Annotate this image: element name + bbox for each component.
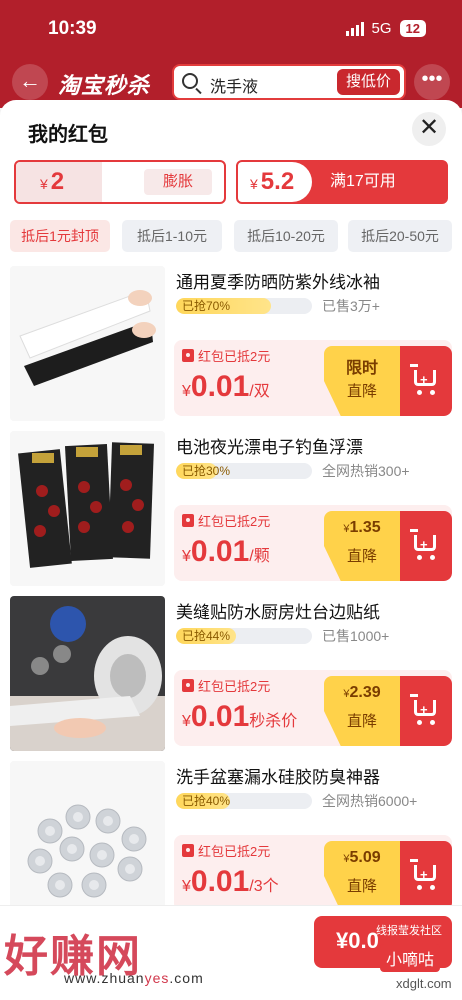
status-time: 10:39: [48, 18, 97, 39]
red-packet-sheet: 我的红包 ✕ ¥2 膨胀 ¥5.2 满17可用 抵后1元封顶 抵后1-10元 抵…: [0, 100, 462, 1000]
arrow-left-icon: ←: [19, 68, 41, 93]
price: ¥0.01/双: [182, 370, 270, 403]
deal-badge: ¥2.39 直降: [324, 676, 400, 746]
red-packet-icon: [182, 844, 194, 857]
product-image[interactable]: [10, 431, 165, 586]
product-image[interactable]: [10, 761, 165, 916]
add-to-cart-button[interactable]: +: [400, 841, 452, 911]
price-box: 红包已抵2元 ¥0.01/颗 ¥1.35 直降 +: [174, 505, 452, 581]
red-packet-icon: [182, 349, 194, 362]
packet-amount: ¥5.2: [238, 162, 312, 202]
tab-1-10[interactable]: 抵后1-10元: [122, 220, 222, 252]
sheet-title: 我的红包: [28, 124, 108, 146]
tab-10-20[interactable]: 抵后10-20元: [234, 220, 338, 252]
status-network: 5G 12: [345, 20, 426, 37]
red-packet-icon: [182, 514, 194, 527]
status-bar: 10:39 5G 12: [0, 0, 462, 60]
sold-count: 全网热销6000+: [322, 793, 418, 809]
battery-icon: 12: [399, 20, 426, 37]
watermark-badge: 小嘀咕: [380, 944, 441, 972]
product-image[interactable]: [10, 266, 165, 421]
sold-count: 已售1000+: [322, 628, 390, 644]
price-box: 红包已抵2元 ¥0.01秒杀价 ¥2.39 直降 +: [174, 670, 452, 746]
more-icon: •••: [421, 68, 443, 90]
sold-count: 已售3万+: [322, 298, 380, 314]
redpacket-note: 红包已抵2元: [182, 676, 270, 695]
product-item[interactable]: 洗手盆塞漏水硅胶防臭神器 已抢40% 全网热销6000+ 红包已抵2元 ¥0.0…: [0, 759, 462, 924]
logo: 淘宝秒杀: [58, 73, 151, 98]
deal-badge: 限时 直降: [324, 346, 400, 416]
add-to-cart-button[interactable]: +: [400, 511, 452, 581]
search-button[interactable]: 搜低价: [336, 69, 400, 95]
red-packet-coupon[interactable]: ¥5.2 满17可用: [236, 160, 448, 204]
progress-bar: 已抢70%: [176, 298, 312, 314]
redpacket-note: 红包已抵2元: [182, 841, 270, 860]
price: ¥0.01秒杀价: [182, 700, 298, 733]
filter-tabs: 抵后1元封顶 抵后1-10元 抵后10-20元 抵后20-50元: [10, 220, 462, 254]
red-packet-expand[interactable]: ¥2 膨胀: [14, 160, 226, 204]
deal-badge: ¥5.09 直降: [324, 841, 400, 911]
price: ¥0.01/3个: [182, 865, 279, 898]
expand-label[interactable]: 膨胀: [144, 169, 212, 195]
signal-icon: [345, 21, 364, 36]
product-item[interactable]: 电池夜光漂电子钓鱼浮漂 已抢30% 全网热销300+ 红包已抵2元 ¥0.01/…: [0, 429, 462, 594]
watermark-url: www.zhuanyes.com: [64, 970, 204, 986]
add-to-cart-button[interactable]: +: [400, 346, 452, 416]
watermark-site: xdglt.com: [396, 976, 452, 991]
product-item[interactable]: 通用夏季防晒防紫外线冰袖 已抢70% 已售3万+ 红包已抵2元 ¥0.01/双 …: [0, 264, 462, 429]
progress-bar: 已抢40%: [176, 793, 312, 809]
product-name: 电池夜光漂电子钓鱼浮漂: [176, 438, 363, 457]
search-input[interactable]: 洗手液 搜低价: [172, 64, 406, 100]
tab-under-1[interactable]: 抵后1元封顶: [10, 220, 110, 252]
bottom-tag: 线报莹发社区: [376, 925, 442, 937]
deal-badge: ¥1.35 直降: [324, 511, 400, 581]
product-name: 洗手盆塞漏水硅胶防臭神器: [176, 768, 380, 787]
tab-20-50[interactable]: 抵后20-50元: [348, 220, 452, 252]
progress-bar: 已抢30%: [176, 463, 312, 479]
add-to-cart-button[interactable]: +: [400, 676, 452, 746]
bottom-price: ¥0.0: [336, 928, 379, 953]
close-icon: ✕: [418, 114, 440, 141]
red-packet-icon: [182, 679, 194, 692]
price: ¥0.01/颗: [182, 535, 270, 568]
packet-list: ¥2 膨胀 ¥5.2 满17可用: [14, 160, 448, 204]
price-box: 红包已抵2元 ¥0.01/3个 ¥5.09 直降 +: [174, 835, 452, 911]
sold-count: 全网热销300+: [322, 463, 410, 479]
search-icon: [182, 73, 198, 89]
progress-bar: 已抢44%: [176, 628, 312, 644]
packet-amount: ¥2: [16, 162, 102, 202]
search-text: 洗手液: [210, 79, 259, 96]
product-name: 美缝贴防水厨房灶台边贴纸: [176, 603, 380, 622]
price-box: 红包已抵2元 ¥0.01/双 限时 直降 +: [174, 340, 452, 416]
product-item[interactable]: 美缝贴防水厨房灶台边贴纸 已抢44% 已售1000+ 红包已抵2元 ¥0.01秒…: [0, 594, 462, 759]
back-button[interactable]: ←: [12, 64, 48, 100]
redpacket-note: 红包已抵2元: [182, 511, 270, 530]
more-button[interactable]: •••: [414, 64, 450, 100]
redpacket-note: 红包已抵2元: [182, 346, 270, 365]
close-button[interactable]: ✕: [412, 112, 446, 146]
network-type: 5G: [371, 20, 392, 37]
product-image[interactable]: [10, 596, 165, 751]
product-name: 通用夏季防晒防紫外线冰袖: [176, 273, 380, 292]
coupon-label: 满17可用: [330, 173, 396, 190]
